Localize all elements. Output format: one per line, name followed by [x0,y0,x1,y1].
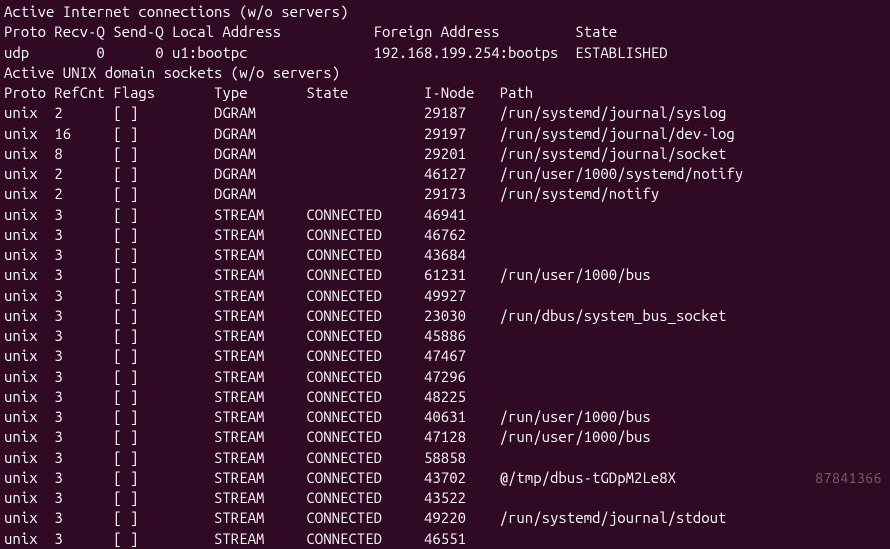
table-row: unix 3 [ ] STREAM CONNECTED 48225 [4,387,886,407]
unix-rows: unix 2 [ ] DGRAM 29187 /run/systemd/jour… [4,103,886,549]
table-row: unix 3 [ ] STREAM CONNECTED 45886 [4,326,886,346]
inet-columns: Proto Recv-Q Send-Q Local Address Foreig… [4,22,886,42]
table-row: unix 3 [ ] STREAM CONNECTED 43684 [4,245,886,265]
table-row: unix 2 [ ] DGRAM 29173 /run/systemd/noti… [4,184,886,204]
table-row: unix 3 [ ] STREAM CONNECTED 46941 [4,205,886,225]
table-row: unix 3 [ ] STREAM CONNECTED 49927 [4,286,886,306]
table-row: unix 3 [ ] STREAM CONNECTED 46762 [4,225,886,245]
table-row: unix 3 [ ] STREAM CONNECTED 47467 [4,346,886,366]
table-row: unix 3 [ ] STREAM CONNECTED 43522 [4,488,886,508]
terminal-output: Active Internet connections (w/o servers… [4,2,886,549]
table-row: unix 3 [ ] STREAM CONNECTED 49220 /run/s… [4,508,886,528]
unix-columns: Proto RefCnt Flags Type State I-Node Pat… [4,83,886,103]
watermark: 87841366 [815,469,882,488]
table-row: unix 8 [ ] DGRAM 29201 /run/systemd/jour… [4,144,886,164]
table-row: unix 3 [ ] STREAM CONNECTED 46551 [4,529,886,549]
table-row: unix 3 [ ] STREAM CONNECTED 47296 [4,367,886,387]
table-row: unix 2 [ ] DGRAM 46127 /run/user/1000/sy… [4,164,886,184]
table-row: unix 3 [ ] STREAM CONNECTED 47128 /run/u… [4,427,886,447]
table-row: unix 2 [ ] DGRAM 29187 /run/systemd/jour… [4,103,886,123]
table-row: unix 3 [ ] STREAM CONNECTED 61231 /run/u… [4,265,886,285]
table-row: unix 3 [ ] STREAM CONNECTED 43702 @/tmp/… [4,468,886,488]
table-row: unix 3 [ ] STREAM CONNECTED 23030 /run/d… [4,306,886,326]
table-row: unix 3 [ ] STREAM CONNECTED 40631 /run/u… [4,407,886,427]
unix-header: Active UNIX domain sockets (w/o servers) [4,63,886,83]
inet-header: Active Internet connections (w/o servers… [4,2,886,22]
table-row: unix 3 [ ] STREAM CONNECTED 58858 [4,448,886,468]
table-row: unix 16 [ ] DGRAM 29197 /run/systemd/jou… [4,124,886,144]
inet-row: udp 0 0 u1:bootpc 192.168.199.254:bootps… [4,43,886,63]
